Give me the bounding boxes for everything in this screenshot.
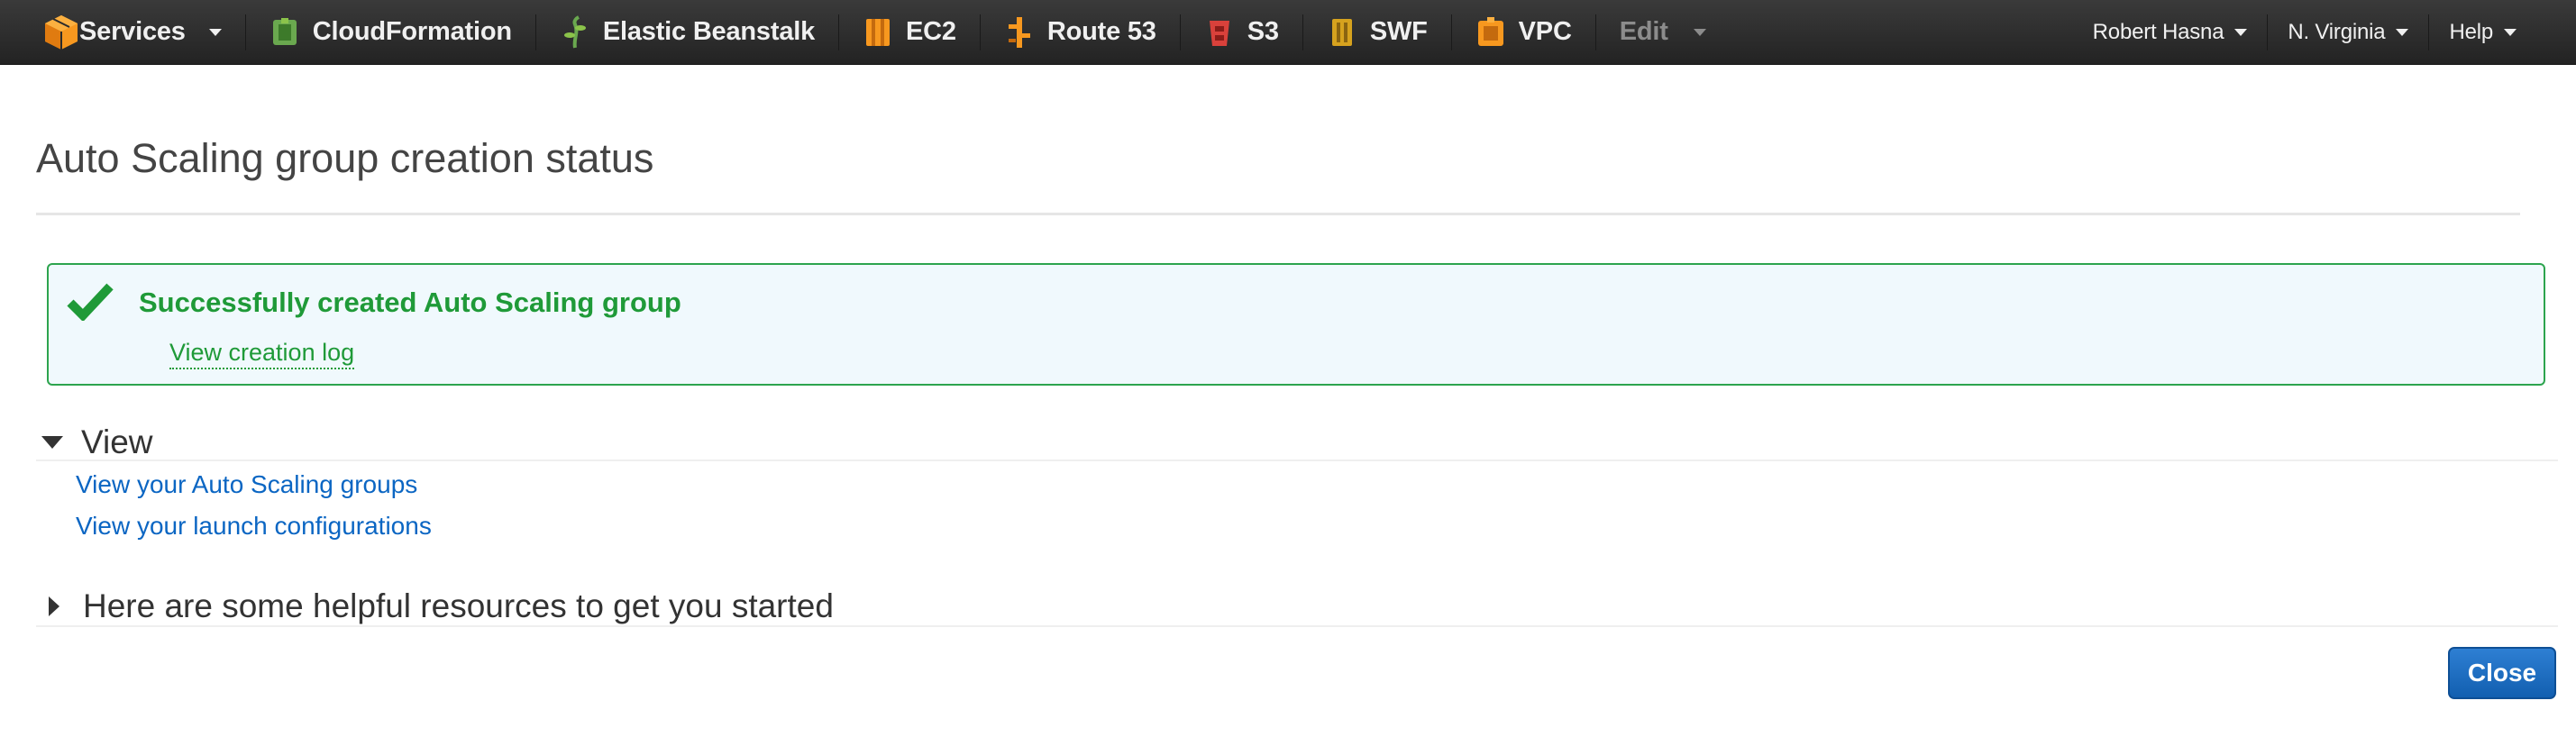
chevron-down-icon [2234, 29, 2248, 36]
help-label: Help [2449, 20, 2493, 44]
chevron-down-icon [2396, 29, 2409, 36]
page-title: Auto Scaling group creation status [36, 135, 654, 181]
nav-item-s3[interactable]: S3 [1181, 0, 1302, 65]
top-navigation-bar: Services CloudFormation Elastic Beanstal… [0, 0, 2576, 65]
success-alert: Successfully created Auto Scaling group … [47, 263, 2545, 386]
cloudformation-icon [269, 14, 300, 50]
nav-item-label: Route 53 [1046, 17, 1156, 46]
route53-icon [1004, 14, 1035, 50]
user-name: Robert Hasna [2092, 20, 2224, 44]
chevron-down-icon [208, 28, 222, 36]
edit-label: Edit [1619, 17, 1668, 46]
nav-item-label: VPC [1518, 17, 1572, 46]
resources-section-heading: Here are some helpful resources to get y… [83, 587, 834, 624]
services-label: Services [79, 17, 186, 46]
help-menu[interactable]: Help [2429, 0, 2536, 65]
ec2-icon [863, 14, 893, 50]
view-launch-configurations-link[interactable]: View your launch configurations [76, 512, 432, 541]
view-auto-scaling-groups-link[interactable]: View your Auto Scaling groups [76, 470, 417, 499]
nav-item-route53[interactable]: Route 53 [981, 0, 1180, 65]
region-name: N. Virginia [2288, 20, 2386, 44]
view-section-toggle[interactable]: View [36, 423, 153, 461]
vpc-icon [1475, 14, 1506, 50]
nav-item-label: S3 [1247, 17, 1279, 46]
user-menu[interactable]: Robert Hasna [2073, 0, 2268, 65]
section-divider [36, 459, 2558, 461]
caret-down-icon [41, 436, 63, 449]
edit-menu[interactable]: Edit [1596, 0, 1730, 65]
aws-logo-icon[interactable] [34, 0, 88, 65]
resources-section-toggle[interactable]: Here are some helpful resources to get y… [36, 587, 834, 625]
caret-right-icon [49, 596, 59, 616]
elastic-beanstalk-icon [560, 14, 590, 50]
nav-item-swf[interactable]: SWF [1303, 0, 1451, 65]
view-section-heading: View [81, 423, 153, 460]
nav-item-label: CloudFormation [312, 17, 512, 46]
title-divider [36, 213, 2520, 215]
account-menu-group: Robert Hasna N. Virginia Help [2073, 0, 2536, 65]
swf-icon [1327, 14, 1357, 50]
success-message: Successfully created Auto Scaling group [139, 287, 681, 318]
nav-item-ec2[interactable]: EC2 [839, 0, 980, 65]
nav-item-label: SWF [1369, 17, 1428, 46]
section-divider [36, 625, 2558, 627]
nav-item-label: EC2 [906, 17, 956, 46]
close-button[interactable]: Close [2448, 647, 2556, 699]
chevron-down-icon [1693, 28, 1706, 36]
view-creation-log-link[interactable]: View creation log [169, 337, 355, 369]
nav-item-cloudformation[interactable]: CloudFormation [246, 0, 535, 65]
s3-icon [1204, 14, 1235, 50]
checkmark-icon [67, 281, 114, 323]
chevron-down-icon [2504, 29, 2517, 36]
nav-item-vpc[interactable]: VPC [1452, 0, 1595, 65]
nav-item-label: Elastic Beanstalk [602, 17, 816, 46]
region-menu[interactable]: N. Virginia [2268, 0, 2428, 65]
nav-item-elastic-beanstalk[interactable]: Elastic Beanstalk [536, 0, 838, 65]
